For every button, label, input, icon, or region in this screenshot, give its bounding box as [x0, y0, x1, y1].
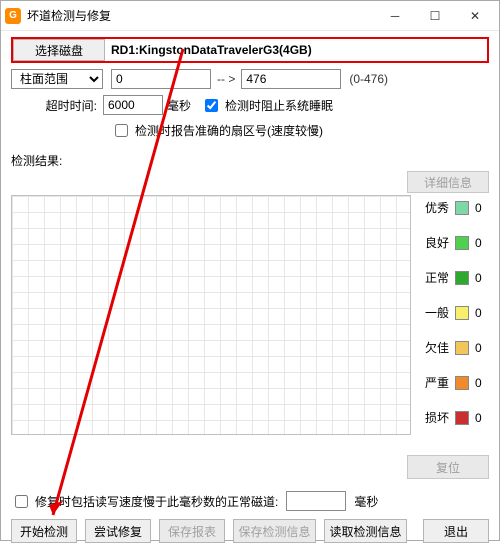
legend-swatch-icon: [455, 411, 469, 425]
select-disk-button[interactable]: 选择磁盘: [13, 39, 105, 61]
repair-unit: 毫秒: [354, 493, 378, 510]
cylinder-mode-select[interactable]: 柱面范围: [11, 69, 103, 89]
block-sleep-checkbox-input[interactable]: [205, 99, 218, 112]
save-detect-info-button: 保存检测信息: [233, 519, 316, 543]
range-arrow-icon: -- >: [217, 72, 235, 86]
legend-swatch-icon: [455, 236, 469, 250]
block-sleep-label: 检测时阻止系统睡眠: [225, 97, 333, 114]
legend-label: 一般: [425, 304, 449, 321]
legend-item-fair: 一般 0: [425, 304, 489, 321]
block-sleep-checkbox[interactable]: 检测时阻止系统睡眠: [201, 96, 333, 115]
repair-threshold-input[interactable]: [286, 491, 346, 511]
legend-count: 0: [475, 201, 489, 215]
cylinder-range-hint: (0-476): [349, 72, 388, 86]
repair-slow-checkbox[interactable]: 修复时包括读写速度慢于此毫秒数的正常磁道:: [11, 492, 278, 511]
results-heading: 检测结果:: [11, 152, 489, 169]
try-repair-button[interactable]: 尝试修复: [85, 519, 151, 543]
accurate-sector-label: 检测时报告准确的扇区号(速度较慢): [135, 122, 323, 139]
detail-info-button: 详细信息: [407, 171, 489, 193]
maximize-button[interactable]: ☐: [415, 1, 455, 31]
disk-select-row: 选择磁盘 RD1:KingstonDataTravelerG3(4GB): [11, 37, 489, 63]
legend-label: 良好: [425, 234, 449, 251]
legend-swatch-icon: [455, 376, 469, 390]
legend-label: 优秀: [425, 199, 449, 216]
legend-item-good: 良好 0: [425, 234, 489, 251]
legend-count: 0: [475, 376, 489, 390]
legend-swatch-icon: [455, 201, 469, 215]
legend-item-normal: 正常 0: [425, 269, 489, 286]
repair-slow-label: 修复时包括读写速度慢于此毫秒数的正常磁道:: [35, 493, 278, 510]
legend-count: 0: [475, 236, 489, 250]
legend-item-severe: 严重 0: [425, 374, 489, 391]
sector-grid: [11, 195, 411, 435]
legend-count: 0: [475, 341, 489, 355]
timeout-input[interactable]: [103, 95, 163, 115]
selected-disk-name: RD1:KingstonDataTravelerG3(4GB): [105, 39, 487, 61]
legend-label: 严重: [425, 374, 449, 391]
legend-item-damaged: 损坏 0: [425, 409, 489, 426]
minimize-button[interactable]: ─: [375, 1, 415, 31]
legend-label: 欠佳: [425, 339, 449, 356]
legend-swatch-icon: [455, 341, 469, 355]
exit-button[interactable]: 退出: [423, 519, 489, 543]
legend: 优秀 0 良好 0 正常 0 一般 0: [425, 195, 489, 435]
legend-item-poor: 欠佳 0: [425, 339, 489, 356]
timeout-label: 超时时间:: [11, 97, 103, 114]
legend-item-excellent: 优秀 0: [425, 199, 489, 216]
save-report-button: 保存报表: [159, 519, 225, 543]
legend-count: 0: [475, 411, 489, 425]
load-detect-info-button[interactable]: 读取检测信息: [324, 519, 407, 543]
legend-count: 0: [475, 306, 489, 320]
legend-swatch-icon: [455, 271, 469, 285]
window-title: 坏道检测与修复: [27, 7, 375, 24]
legend-label: 正常: [425, 269, 449, 286]
app-logo-icon: G: [5, 8, 21, 24]
reset-button: 复位: [407, 455, 489, 479]
titlebar: G 坏道检测与修复 ─ ☐ ✕: [1, 1, 499, 31]
legend-count: 0: [475, 271, 489, 285]
cylinder-to-input[interactable]: [241, 69, 341, 89]
legend-label: 损坏: [425, 409, 449, 426]
repair-slow-checkbox-input[interactable]: [15, 495, 28, 508]
legend-swatch-icon: [455, 306, 469, 320]
timeout-unit: 毫秒: [167, 97, 191, 114]
accurate-sector-checkbox-input[interactable]: [115, 124, 128, 137]
start-detect-button[interactable]: 开始检测: [11, 519, 77, 543]
accurate-sector-checkbox[interactable]: 检测时报告准确的扇区号(速度较慢): [111, 121, 323, 140]
close-button[interactable]: ✕: [455, 1, 495, 31]
cylinder-from-input[interactable]: [111, 69, 211, 89]
